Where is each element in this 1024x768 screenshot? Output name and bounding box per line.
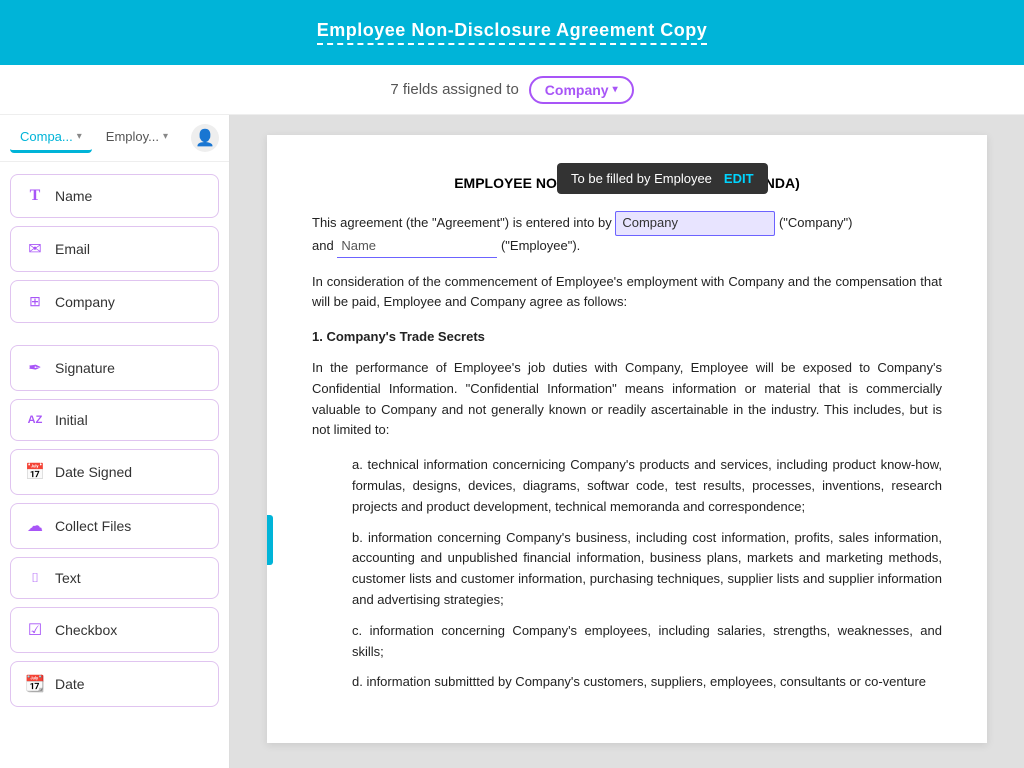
field-item-collect-files[interactable]: ☁ Collect Files xyxy=(10,503,219,549)
field-text-label: Text xyxy=(55,570,81,586)
sidebar: Compa... ▾ Employ... ▾ 👤 T Name ✉ Email … xyxy=(0,115,230,768)
field-date-signed-label: Date Signed xyxy=(55,464,132,480)
upload-cloud-icon: ☁ xyxy=(25,516,45,536)
add-person-icon: 👤 xyxy=(195,128,215,148)
chevron-down-icon: ▾ xyxy=(77,131,82,142)
field-company-label: Company xyxy=(55,294,115,310)
tooltip-text: To be filled by Employee xyxy=(571,171,712,186)
item-b: b. information concerning Company's busi… xyxy=(352,528,942,611)
sidebar-tab-company[interactable]: Compa... ▾ xyxy=(10,123,92,153)
company-inline-field[interactable]: Company xyxy=(615,211,775,236)
field-item-name[interactable]: T Name xyxy=(10,174,219,218)
document-body: This agreement (the "Agreement") is ente… xyxy=(312,211,942,693)
document-paper: To be filled by Employee EDIT EMPLOYEE N… xyxy=(267,135,987,743)
intro-text: This agreement (the "Agreement") is ente… xyxy=(312,215,612,230)
main-layout: Compa... ▾ Employ... ▾ 👤 T Name ✉ Email … xyxy=(0,115,1024,768)
section1-paragraph: In the performance of Employee's job dut… xyxy=(312,358,942,441)
field-items-list: T Name ✉ Email ⊞ Company ✒ Signature AZ … xyxy=(0,162,229,719)
subheader: 7 fields assigned to Company ▾ xyxy=(0,65,1024,115)
section1-title: 1. Company's Trade Secrets xyxy=(312,327,942,348)
field-date-label: Date xyxy=(55,676,85,692)
chevron-down-icon: ▾ xyxy=(613,84,618,95)
left-accent-bar xyxy=(267,515,273,565)
document-title: Employee Non-Disclosure Agreement Copy xyxy=(317,20,707,45)
field-item-email[interactable]: ✉ Email xyxy=(10,226,219,272)
company-icon: ⊞ xyxy=(25,293,45,310)
field-item-company[interactable]: ⊞ Company xyxy=(10,280,219,323)
company-selector-label: Company xyxy=(545,82,609,98)
sidebar-tabs: Compa... ▾ Employ... ▾ 👤 xyxy=(0,115,229,162)
document-area: To be filled by Employee EDIT EMPLOYEE N… xyxy=(230,115,1024,768)
field-item-initial[interactable]: AZ Initial xyxy=(10,399,219,441)
field-item-date-signed[interactable]: 📅 Date Signed xyxy=(10,449,219,495)
fields-assigned-text: 7 fields assigned to xyxy=(390,81,518,98)
item-c: c. information concerning Company's empl… xyxy=(352,621,942,663)
field-collect-files-label: Collect Files xyxy=(55,518,131,534)
field-item-date[interactable]: 📆 Date xyxy=(10,661,219,707)
signature-icon: ✒ xyxy=(25,358,45,378)
name-suffix: ("Employee"). xyxy=(501,238,580,253)
add-signer-button[interactable]: 👤 xyxy=(191,124,219,152)
item-a: a. technical information concernicing Co… xyxy=(352,455,942,517)
company-suffix: ("Company") xyxy=(779,215,853,230)
intro-paragraph: This agreement (the "Agreement") is ente… xyxy=(312,211,942,258)
field-initial-label: Initial xyxy=(55,412,88,428)
email-icon: ✉ xyxy=(25,239,45,259)
field-item-checkbox[interactable]: ☑ Checkbox xyxy=(10,607,219,653)
text-t-icon: T xyxy=(25,187,45,205)
field-checkbox-label: Checkbox xyxy=(55,622,117,638)
and-text: and xyxy=(312,238,334,253)
edit-button[interactable]: EDIT xyxy=(724,171,754,186)
sidebar-tab-employee[interactable]: Employ... ▾ xyxy=(96,123,178,153)
text-box-icon: ⌷ xyxy=(25,570,45,586)
date-icon: 📆 xyxy=(25,674,45,694)
tooltip-filled-by-employee: To be filled by Employee EDIT xyxy=(557,163,768,194)
initial-icon: AZ xyxy=(25,414,45,426)
chevron-down-icon: ▾ xyxy=(163,131,168,142)
field-email-label: Email xyxy=(55,241,90,257)
field-item-signature[interactable]: ✒ Signature xyxy=(10,345,219,391)
calendar-icon: 📅 xyxy=(25,462,45,482)
field-signature-label: Signature xyxy=(55,360,115,376)
name-inline-field[interactable]: Name xyxy=(337,236,497,258)
field-name-label: Name xyxy=(55,188,92,204)
item-d: d. information submittted by Company's c… xyxy=(352,672,942,693)
field-item-text[interactable]: ⌷ Text xyxy=(10,557,219,599)
app-header: Employee Non-Disclosure Agreement Copy xyxy=(0,0,1024,65)
company-selector[interactable]: Company ▾ xyxy=(529,76,634,104)
consideration-paragraph: In consideration of the commencement of … xyxy=(312,272,942,314)
checkbox-icon: ☑ xyxy=(25,620,45,640)
sidebar-tab-employee-label: Employ... xyxy=(106,129,159,144)
sidebar-tab-company-label: Compa... xyxy=(20,129,73,144)
